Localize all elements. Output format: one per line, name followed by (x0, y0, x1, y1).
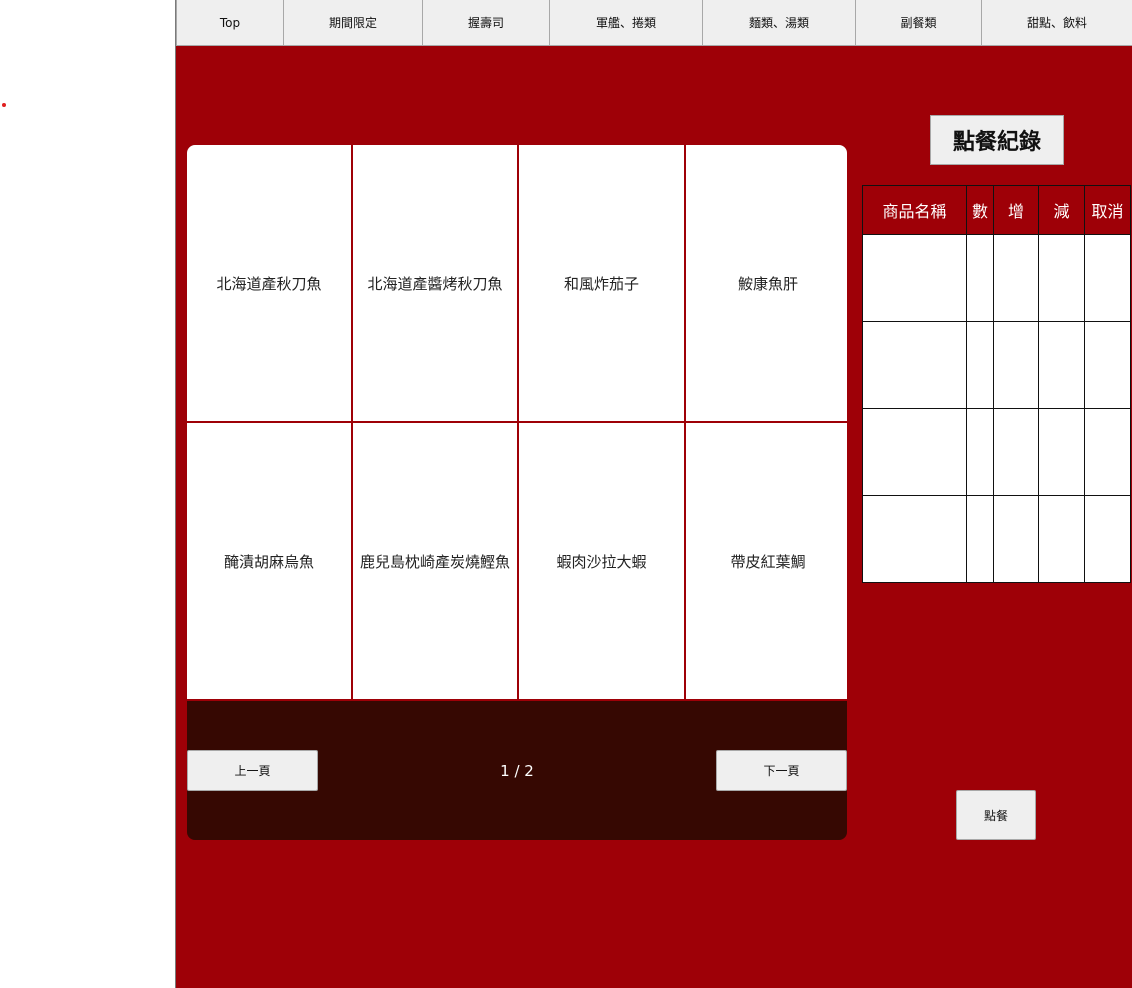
column-header-cancel: 取消 (1084, 185, 1131, 235)
column-header-decrease: 減 (1038, 185, 1085, 235)
table-row (862, 234, 1131, 322)
menu-item[interactable]: 蝦肉沙拉大蝦 (519, 423, 684, 699)
menu-item[interactable]: 鮟康魚肝 (686, 145, 847, 421)
table-cell (993, 495, 1039, 583)
menu-item[interactable]: 帶皮紅葉鯛 (686, 423, 847, 699)
table-cell (1038, 321, 1085, 409)
table-cell (993, 408, 1039, 496)
tab-side-dishes[interactable]: 副餐類 (856, 0, 982, 46)
menu-panel: 北海道產秋刀魚 北海道產醬烤秋刀魚 和風炸茄子 鮟康魚肝 醃漬胡麻烏魚 鹿兒島枕… (187, 145, 847, 840)
tab-limited-time[interactable]: 期間限定 (284, 0, 423, 46)
tab-desserts-drinks[interactable]: 甜點、飲料 (982, 0, 1132, 46)
category-nav: Top 期間限定 握壽司 軍艦、捲類 麵類、湯類 副餐類 甜點、飲料 (176, 0, 1132, 46)
table-cell (862, 321, 967, 409)
order-history-title: 點餐紀錄 (930, 115, 1064, 165)
table-header-row: 商品名稱 數 增 減 取消 (862, 185, 1131, 235)
table-cell (862, 408, 967, 496)
table-cell (1038, 234, 1085, 322)
page-indicator: 1 / 2 (500, 762, 534, 780)
table-row (862, 495, 1131, 583)
tab-top[interactable]: Top (176, 0, 284, 46)
table-cell (993, 234, 1039, 322)
main-area: Top 期間限定 握壽司 軍艦、捲類 麵類、湯類 副餐類 甜點、飲料 北海道產秋… (175, 0, 1132, 988)
menu-item[interactable]: 鹿兒島枕崎產炭燒鰹魚 (353, 423, 517, 699)
table-cell (1084, 495, 1131, 583)
table-row (862, 408, 1131, 496)
tab-nigiri[interactable]: 握壽司 (423, 0, 550, 46)
next-page-button[interactable]: 下一頁 (716, 750, 847, 791)
tab-noodles-soup[interactable]: 麵類、湯類 (703, 0, 856, 46)
table-row (862, 321, 1131, 409)
table-cell (862, 234, 967, 322)
menu-item[interactable]: 北海道產醬烤秋刀魚 (353, 145, 517, 421)
table-cell (1084, 321, 1131, 409)
table-cell (1038, 408, 1085, 496)
column-header-item-name: 商品名稱 (862, 185, 967, 235)
table-cell (966, 321, 994, 409)
tab-gunkan-rolls[interactable]: 軍艦、捲類 (550, 0, 703, 46)
place-order-button[interactable]: 點餐 (956, 790, 1036, 840)
red-dot-marker (2, 103, 6, 107)
column-header-increase: 增 (993, 185, 1039, 235)
menu-item[interactable]: 和風炸茄子 (519, 145, 684, 421)
order-history-table: 商品名稱 數 增 減 取消 (862, 185, 1131, 583)
table-cell (966, 234, 994, 322)
table-cell (1084, 234, 1131, 322)
prev-page-button[interactable]: 上一頁 (187, 750, 318, 791)
column-header-quantity: 數 (966, 185, 994, 235)
table-cell (993, 321, 1039, 409)
table-cell (862, 495, 967, 583)
table-cell (1084, 408, 1131, 496)
table-cell (1038, 495, 1085, 583)
menu-item[interactable]: 醃漬胡麻烏魚 (187, 423, 351, 699)
table-cell (966, 408, 994, 496)
menu-grid: 北海道產秋刀魚 北海道產醬烤秋刀魚 和風炸茄子 鮟康魚肝 醃漬胡麻烏魚 鹿兒島枕… (187, 145, 847, 701)
table-cell (966, 495, 994, 583)
menu-item[interactable]: 北海道產秋刀魚 (187, 145, 351, 421)
